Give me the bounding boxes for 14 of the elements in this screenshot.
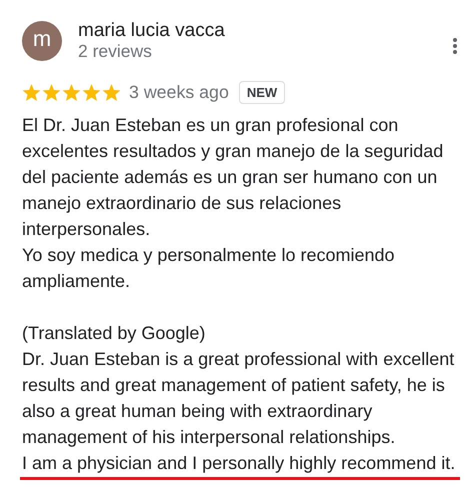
author-name[interactable]: maria lucia vacca <box>78 21 225 41</box>
star-icon <box>42 84 61 102</box>
review-time: 3 weeks ago <box>129 82 229 103</box>
review-text: I am a physician and I personally highly recommend it. <box>22 452 456 475</box>
star-icon <box>102 84 121 102</box>
more-options-icon[interactable] <box>453 38 457 54</box>
star-icon <box>82 84 101 102</box>
review-count: 2 reviews <box>78 41 153 61</box>
review-text: El Dr. Juan Esteban es un gran profesional con excelentes resultados y gran manejo de la seguridad del paciente además es un gran ser humano con un manejo extraordinario de sus relaciones interpersonales. Yo soy medica y personalmente lo recomiendo ampliamente. <box>22 114 444 293</box>
avatar: m <box>22 21 62 61</box>
new-badge: NEW <box>238 81 286 104</box>
review-text: (Translated by Google) Dr. Juan Esteban is a great professional with excellent results and great management of patient safety, he is also a great human being with extraordinary management of his interpersonal relationships. <box>22 322 456 449</box>
star-icon <box>22 84 41 102</box>
star-icon <box>62 84 81 102</box>
